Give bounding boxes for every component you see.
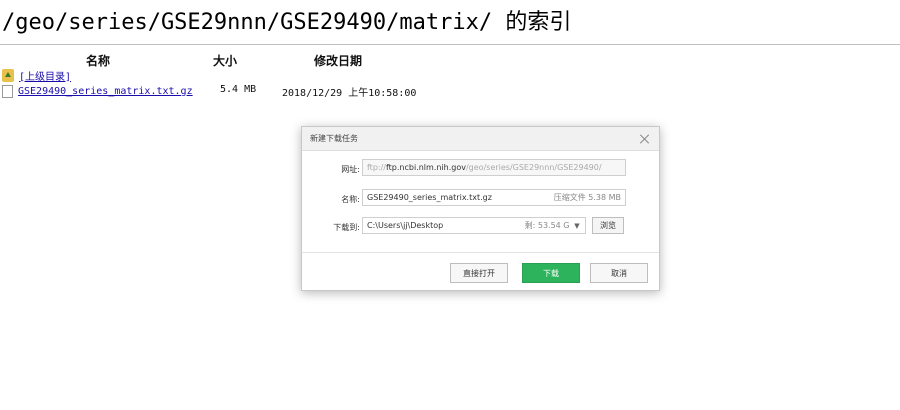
- name-label: 名称:: [341, 195, 360, 204]
- parent-directory-row: [上级目录]: [2, 68, 71, 83]
- table-row: GSE29490_series_matrix.txt.gz 5.4 MB 201…: [2, 84, 900, 99]
- filename-value: GSE29490_series_matrix.txt.gz: [367, 193, 492, 202]
- url-prefix: ftp://: [367, 163, 386, 172]
- dialog-header: 新建下载任务: [302, 127, 659, 151]
- url-host: ftp.ncbi.nlm.nih.gov: [385, 163, 466, 172]
- url-path: /geo/series/GSE29nnn/GSE29490/: [465, 163, 602, 172]
- dialog-title: 新建下载任务: [310, 134, 358, 143]
- file-link[interactable]: GSE29490_series_matrix.txt.gz: [18, 86, 193, 97]
- cancel-button[interactable]: 取消: [590, 263, 648, 283]
- parent-directory-link[interactable]: [上级目录]: [19, 68, 71, 83]
- save-path-value: C:\Users\jj\Desktop: [367, 221, 444, 230]
- page-title: /geo/series/GSE29nnn/GSE29490/matrix/ 的索…: [2, 10, 572, 35]
- file-size-hint: 压缩文件 5.38 MB: [553, 193, 621, 202]
- open-directly-button[interactable]: 直接打开: [450, 263, 508, 283]
- column-header-date[interactable]: 修改日期: [314, 52, 362, 69]
- free-space-hint: 剩: 53.54 GB: [524, 221, 575, 230]
- column-header-size[interactable]: 大小: [213, 52, 237, 69]
- file-icon: [2, 84, 13, 98]
- save-to-label: 下载到:: [333, 223, 360, 232]
- file-size: 5.4 MB: [220, 84, 257, 95]
- close-icon[interactable]: [639, 133, 651, 145]
- folder-up-icon: [2, 68, 14, 82]
- browse-button[interactable]: 浏览: [592, 217, 624, 234]
- dialog-divider: [302, 252, 659, 253]
- column-header-name[interactable]: 名称: [86, 52, 110, 69]
- save-path-field[interactable]: C:\Users\jj\Desktop 剩: 53.54 GB: [362, 217, 586, 234]
- download-button[interactable]: 下载: [522, 263, 580, 283]
- url-field[interactable]: ftp:// ftp.ncbi.nlm.nih.gov /geo/series/…: [362, 159, 626, 176]
- new-download-dialog: 新建下载任务 网址: ftp:// ftp.ncbi.nlm.nih.gov /…: [301, 126, 660, 291]
- url-label: 网址:: [341, 165, 360, 174]
- chevron-down-icon[interactable]: ▼: [569, 217, 586, 234]
- filename-field[interactable]: GSE29490_series_matrix.txt.gz 压缩文件 5.38 …: [362, 189, 626, 206]
- title-divider: [0, 44, 900, 45]
- file-date: 2018/12/29 上午10:58:00: [282, 88, 417, 99]
